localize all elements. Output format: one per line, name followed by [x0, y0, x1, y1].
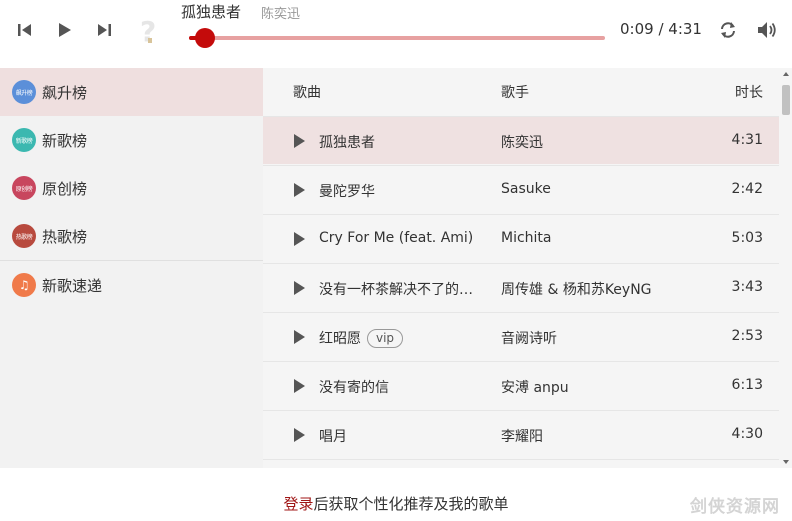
song-table: 歌曲 歌手 时长 孤独患者 陈奕迅 4:31 曼陀罗华 Sasuke 2:42 …: [263, 68, 779, 468]
column-header-artist: 歌手: [501, 85, 529, 101]
scroll-thumb[interactable]: [782, 85, 790, 115]
table-row[interactable]: 曼陀罗华 Sasuke 2:42: [263, 165, 779, 213]
song-name: 孤独患者: [319, 135, 375, 151]
player-bar: ? 孤独患者 陈奕迅 0:09 / 4:31: [0, 0, 792, 68]
login-prompt-text: 后获取个性化推荐及我的歌单: [313, 495, 509, 513]
table-scrollbar[interactable]: [779, 68, 792, 468]
play-icon[interactable]: [294, 428, 305, 442]
table-row[interactable]: 唱月 李耀阳 4:30: [263, 410, 779, 458]
song-name: 唱月: [319, 429, 347, 445]
playback-time: 0:09 / 4:31: [620, 20, 702, 38]
loop-icon[interactable]: [717, 19, 739, 41]
login-prompt: 登录后获取个性化推荐及我的歌单: [0, 493, 792, 514]
song-name: 曼陀罗华: [319, 184, 375, 200]
song-name: 没有一杯茶解决不了的…: [319, 282, 473, 298]
song-artist[interactable]: 音阙诗听: [501, 328, 557, 348]
song-artist[interactable]: 李耀阳: [501, 426, 543, 446]
soaring-chart-icon: 飙升榜: [12, 80, 36, 104]
sidebar-item-label: 新歌榜: [42, 131, 88, 150]
play-icon[interactable]: [54, 19, 76, 41]
sidebar-item-label: 原创榜: [42, 179, 88, 198]
progress-thumb[interactable]: [195, 28, 216, 48]
volume-icon[interactable]: [756, 19, 778, 41]
play-icon[interactable]: [294, 232, 305, 246]
table-row-partial[interactable]: [263, 459, 779, 468]
login-link[interactable]: 登录: [283, 495, 313, 513]
song-artist[interactable]: 周传雄 & 杨和苏KeyNG: [501, 279, 652, 299]
chart-sidebar: 飙升榜 飙升榜 新歌榜 新歌榜 原创榜 原创榜 热歌榜 热歌榜 ♫ 新歌速递: [0, 68, 263, 468]
now-playing-title: 孤独患者: [181, 3, 242, 21]
play-icon[interactable]: [294, 281, 305, 295]
song-artist[interactable]: 陈奕迅: [501, 132, 543, 152]
sidebar-item-hot[interactable]: 热歌榜 热歌榜: [0, 212, 263, 260]
song-name: 红昭愿 vip: [319, 328, 404, 348]
table-row[interactable]: Cry For Me (feat. Ami) Michita 5:03: [263, 214, 779, 262]
song-name: 没有寄的信: [319, 380, 389, 396]
song-duration: 5:03: [731, 230, 763, 246]
play-icon[interactable]: [294, 183, 305, 197]
song-artist[interactable]: Sasuke: [501, 181, 551, 197]
song-artist[interactable]: 安溥 anpu: [501, 377, 569, 397]
song-duration: 4:30: [731, 426, 763, 442]
table-row[interactable]: 孤独患者 陈奕迅 4:31: [263, 116, 779, 164]
scroll-down-icon[interactable]: [783, 460, 789, 464]
table-row[interactable]: 没有寄的信 安溥 anpu 6:13: [263, 361, 779, 409]
original-chart-icon: 原创榜: [12, 176, 36, 200]
song-duration: 2:42: [731, 181, 763, 197]
song-duration: 6:13: [731, 377, 763, 393]
skip-previous-icon[interactable]: [14, 19, 36, 41]
table-row[interactable]: 红昭愿 vip 音阙诗听 2:53: [263, 312, 779, 360]
now-playing-artist: 陈奕迅: [261, 7, 301, 22]
song-duration: 3:43: [731, 279, 763, 295]
sidebar-item-new-express[interactable]: ♫ 新歌速递: [0, 261, 263, 309]
sidebar-item-soaring[interactable]: 飙升榜 飙升榜: [0, 68, 263, 116]
song-duration: 2:53: [731, 328, 763, 344]
progress-slider[interactable]: [189, 28, 605, 48]
new-songs-chart-icon: 新歌榜: [12, 128, 36, 152]
table-header: 歌曲 歌手 时长: [263, 68, 779, 116]
skip-next-icon[interactable]: [93, 19, 115, 41]
play-icon[interactable]: [294, 330, 305, 344]
hot-chart-icon: 热歌榜: [12, 224, 36, 248]
play-icon[interactable]: [294, 379, 305, 393]
column-header-duration: 时长: [735, 85, 763, 101]
table-row[interactable]: 没有一杯茶解决不了的… 周传雄 & 杨和苏KeyNG 3:43: [263, 263, 779, 311]
footer: 登录后获取个性化推荐及我的歌单 剑侠资源网: [0, 468, 792, 521]
sidebar-item-original[interactable]: 原创榜 原创榜: [0, 164, 263, 212]
scroll-up-icon[interactable]: [783, 72, 789, 76]
sidebar-item-label: 新歌速递: [42, 276, 103, 295]
column-header-song: 歌曲: [293, 85, 321, 101]
song-name: Cry For Me (feat. Ami): [319, 230, 474, 246]
song-duration: 4:31: [731, 132, 763, 148]
sidebar-item-label: 热歌榜: [42, 227, 88, 246]
unknown-cover-icon: ?: [138, 14, 166, 48]
vip-badge: vip: [367, 329, 404, 348]
music-note-icon: ♫: [12, 273, 36, 297]
sidebar-item-label: 飙升榜: [42, 83, 88, 102]
song-artist[interactable]: Michita: [501, 230, 552, 246]
watermark: 剑侠资源网: [690, 497, 780, 517]
sidebar-item-new-songs[interactable]: 新歌榜 新歌榜: [0, 116, 263, 164]
play-icon[interactable]: [294, 134, 305, 148]
